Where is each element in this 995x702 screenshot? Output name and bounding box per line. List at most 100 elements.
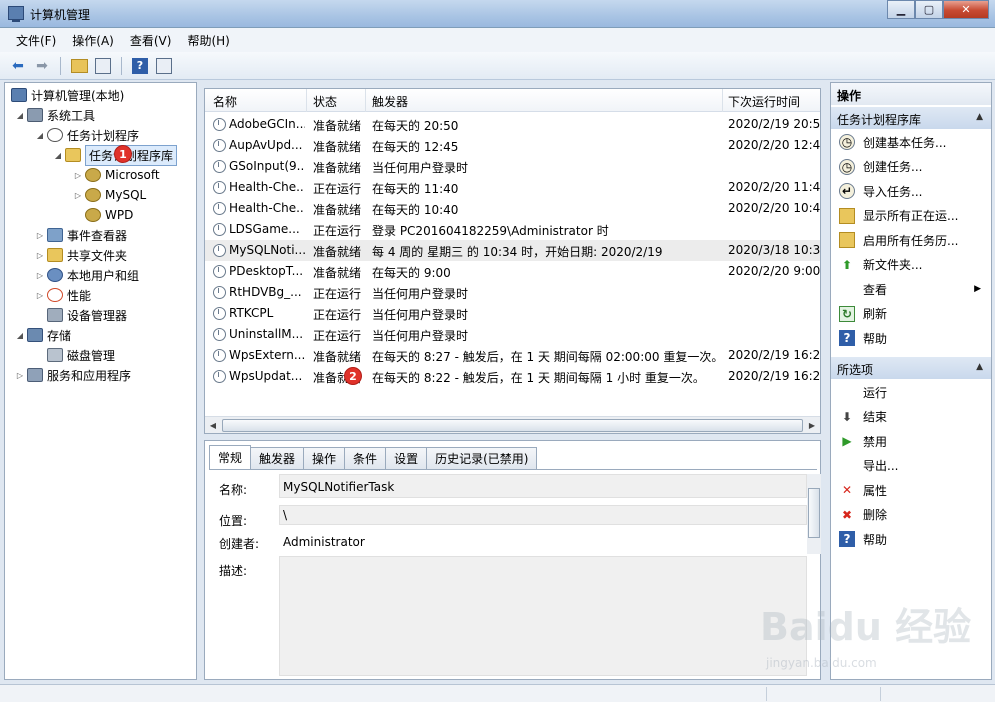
collapse-arrow-icon[interactable]: ▷: [35, 291, 45, 300]
tree-node-event-viewer[interactable]: ▷ 事件查看器: [35, 225, 127, 245]
expand-arrow-icon[interactable]: ◢: [35, 131, 45, 140]
action-item[interactable]: ⬇ 结束: [831, 405, 991, 429]
expand-arrow-icon[interactable]: ◢: [15, 331, 25, 340]
detail-vertical-scrollbar[interactable]: [807, 474, 821, 554]
tab-general[interactable]: 常规: [209, 445, 252, 469]
menu-file[interactable]: 文件(F): [8, 32, 64, 49]
action-item[interactable]: ✕ 属性: [831, 478, 991, 502]
help-button[interactable]: ?: [130, 56, 150, 76]
task-row[interactable]: UninstallM... 正在运行 当任何用户登录时: [205, 324, 820, 345]
show-hide-tree-button[interactable]: [93, 56, 113, 76]
location-field[interactable]: \: [279, 505, 807, 525]
action-item[interactable]: ? 帮助: [831, 326, 991, 350]
tree-node-microsoft[interactable]: ▷ Microsoft: [73, 165, 160, 185]
tab-actions[interactable]: 操作: [303, 447, 346, 469]
task-row[interactable]: AdobeGCIn... 准备就绪 在每天的 20:50 2020/2/19 20:5…: [205, 114, 820, 135]
action-item[interactable]: ↻ 刷新: [831, 302, 991, 326]
collapse-caret-icon[interactable]: ▲: [976, 362, 983, 372]
tree-node-root[interactable]: 计算机管理(本地): [9, 85, 124, 105]
task-row[interactable]: WpsUpdat... 准备就绪 在每天的 8:22 - 触发后，在 1 天 期间每…: [205, 366, 820, 387]
back-arrow-icon[interactable]: ⬅: [8, 56, 28, 76]
task-row[interactable]: GSoInput(9... 准备就绪 当任何用户登录时: [205, 156, 820, 177]
action-item[interactable]: ↵ 导入任务...: [831, 179, 991, 203]
tree-node-storage[interactable]: ◢ 存储: [15, 325, 71, 345]
column-divider[interactable]: [722, 89, 723, 112]
task-cell-status: 准备就绪: [313, 245, 362, 259]
tree-node-mysql[interactable]: ▷ MySQL: [73, 185, 146, 205]
expand-arrow-icon[interactable]: ◢: [53, 151, 63, 160]
clock-icon: [47, 128, 63, 142]
collapse-arrow-icon[interactable]: ▷: [35, 251, 45, 260]
task-row[interactable]: RtHDVBg_... 正在运行 当任何用户登录时: [205, 282, 820, 303]
horizontal-scrollbar[interactable]: ◀ ▶: [205, 416, 820, 433]
maximize-button[interactable]: ▢: [915, 0, 943, 19]
author-field[interactable]: Administrator: [279, 529, 807, 553]
task-row[interactable]: PDesktopT... 准备就绪在每天的 9:00 2020/2/20 9:00:…: [205, 261, 820, 282]
action-item[interactable]: ? 帮助: [831, 527, 991, 551]
task-row[interactable]: LDSGame... 正在运行 登录 PC201604182259\Administ…: [205, 219, 820, 240]
action-item[interactable]: ▶ 禁用: [831, 429, 991, 453]
column-header-next-run[interactable]: 下次运行时间: [728, 93, 800, 110]
scroll-right-icon[interactable]: ▶: [805, 419, 819, 432]
tree-node-disk-management[interactable]: 磁盘管理: [45, 345, 115, 365]
close-button[interactable]: ✕: [943, 0, 989, 19]
computer-management-icon: [8, 6, 24, 22]
forward-arrow-icon[interactable]: ➡: [32, 56, 52, 76]
collapse-arrow-icon[interactable]: ▷: [35, 271, 45, 280]
action-item[interactable]: ✖ 删除: [831, 503, 991, 527]
menu-action[interactable]: 操作(A): [64, 32, 122, 49]
tab-triggers[interactable]: 触发器: [250, 447, 305, 469]
minimize-button[interactable]: ▁: [887, 0, 915, 19]
expand-arrow-icon[interactable]: ◢: [15, 111, 25, 120]
tree-node-device-manager[interactable]: 设备管理器: [45, 305, 127, 325]
task-row[interactable]: Health-Che... 正在运行 在每天的 11:40 2020/2/20 11:…: [205, 177, 820, 198]
scrollbar-thumb[interactable]: [222, 419, 803, 432]
tree-node-services-apps[interactable]: ▷ 服务和应用程序: [15, 365, 131, 385]
menu-help[interactable]: 帮助(H): [179, 32, 237, 49]
column-header-name[interactable]: 名称: [213, 93, 237, 110]
task-row[interactable]: RTKCPL 正在运行 当任何用户登录时: [205, 303, 820, 324]
collapse-arrow-icon[interactable]: ▷: [73, 171, 83, 180]
menu-view[interactable]: 查看(V): [122, 32, 180, 49]
scrollbar-thumb[interactable]: [808, 488, 820, 538]
action-item[interactable]: 启用所有任务历...: [831, 228, 991, 252]
collapse-caret-icon[interactable]: ▲: [976, 112, 983, 122]
action-item[interactable]: 显示所有正在运...: [831, 204, 991, 228]
column-header-trigger[interactable]: 触发器: [372, 93, 408, 110]
tree-node-performance[interactable]: ▷ 性能: [35, 285, 91, 305]
scheduled-folder-icon: [85, 168, 101, 182]
task-row[interactable]: MySQLNoti... 准备就绪每 4 周的 星期三 的 10:34 时，开始日…: [205, 240, 820, 261]
action-item[interactable]: 运行: [831, 380, 991, 404]
column-divider[interactable]: [306, 89, 307, 112]
description-field[interactable]: [279, 556, 807, 676]
tab-settings[interactable]: 设置: [385, 447, 428, 469]
tree-node-system-tools[interactable]: ◢ 系统工具: [15, 105, 95, 125]
action-item[interactable]: ◷ 创建基本任务...: [831, 130, 991, 154]
collapse-arrow-icon[interactable]: ▷: [35, 231, 45, 240]
collapse-arrow-icon[interactable]: ▷: [73, 191, 83, 200]
tree-node-local-users[interactable]: ▷ 本地用户和组: [35, 265, 139, 285]
show-action-pane-button[interactable]: [154, 56, 174, 76]
task-row[interactable]: AupAvUpd... 准备就绪 在每天的 12:45 2020/2/20 12:45: [205, 135, 820, 156]
tree-node-wpd[interactable]: WPD: [83, 205, 133, 225]
action-item[interactable]: ◷ 创建任务...: [831, 155, 991, 179]
name-field[interactable]: MySQLNotifierTask: [279, 474, 807, 498]
action-section-selected[interactable]: 所选项 ▲: [831, 357, 991, 379]
tab-conditions[interactable]: 条件: [344, 447, 387, 469]
tree-node-task-scheduler[interactable]: ◢ 任务计划程序: [35, 125, 139, 145]
action-section-task-library[interactable]: 任务计划程序库 ▲: [831, 107, 991, 129]
collapse-arrow-icon[interactable]: ▷: [15, 371, 25, 380]
action-item[interactable]: 导出...: [831, 454, 991, 478]
column-header-status[interactable]: 状态: [313, 93, 337, 110]
users-icon: [47, 268, 63, 282]
column-divider[interactable]: [365, 89, 366, 112]
task-clock-icon: [213, 223, 226, 236]
task-row[interactable]: Health-Che... 准备就绪 在每天的 10:40 2020/2/20 10:…: [205, 198, 820, 219]
task-row[interactable]: WpsExtern... 准备就绪 在每天的 8:27 - 触发后，在 1 天 期间…: [205, 345, 820, 366]
tree-node-shared-folders[interactable]: ▷ 共享文件夹: [35, 245, 127, 265]
up-folder-button[interactable]: [69, 56, 89, 76]
scroll-left-icon[interactable]: ◀: [206, 419, 220, 432]
action-item[interactable]: 查看 ▶: [831, 277, 991, 301]
tab-history[interactable]: 历史记录(已禁用): [426, 447, 538, 469]
action-item[interactable]: ⬆ 新文件夹...: [831, 253, 991, 277]
